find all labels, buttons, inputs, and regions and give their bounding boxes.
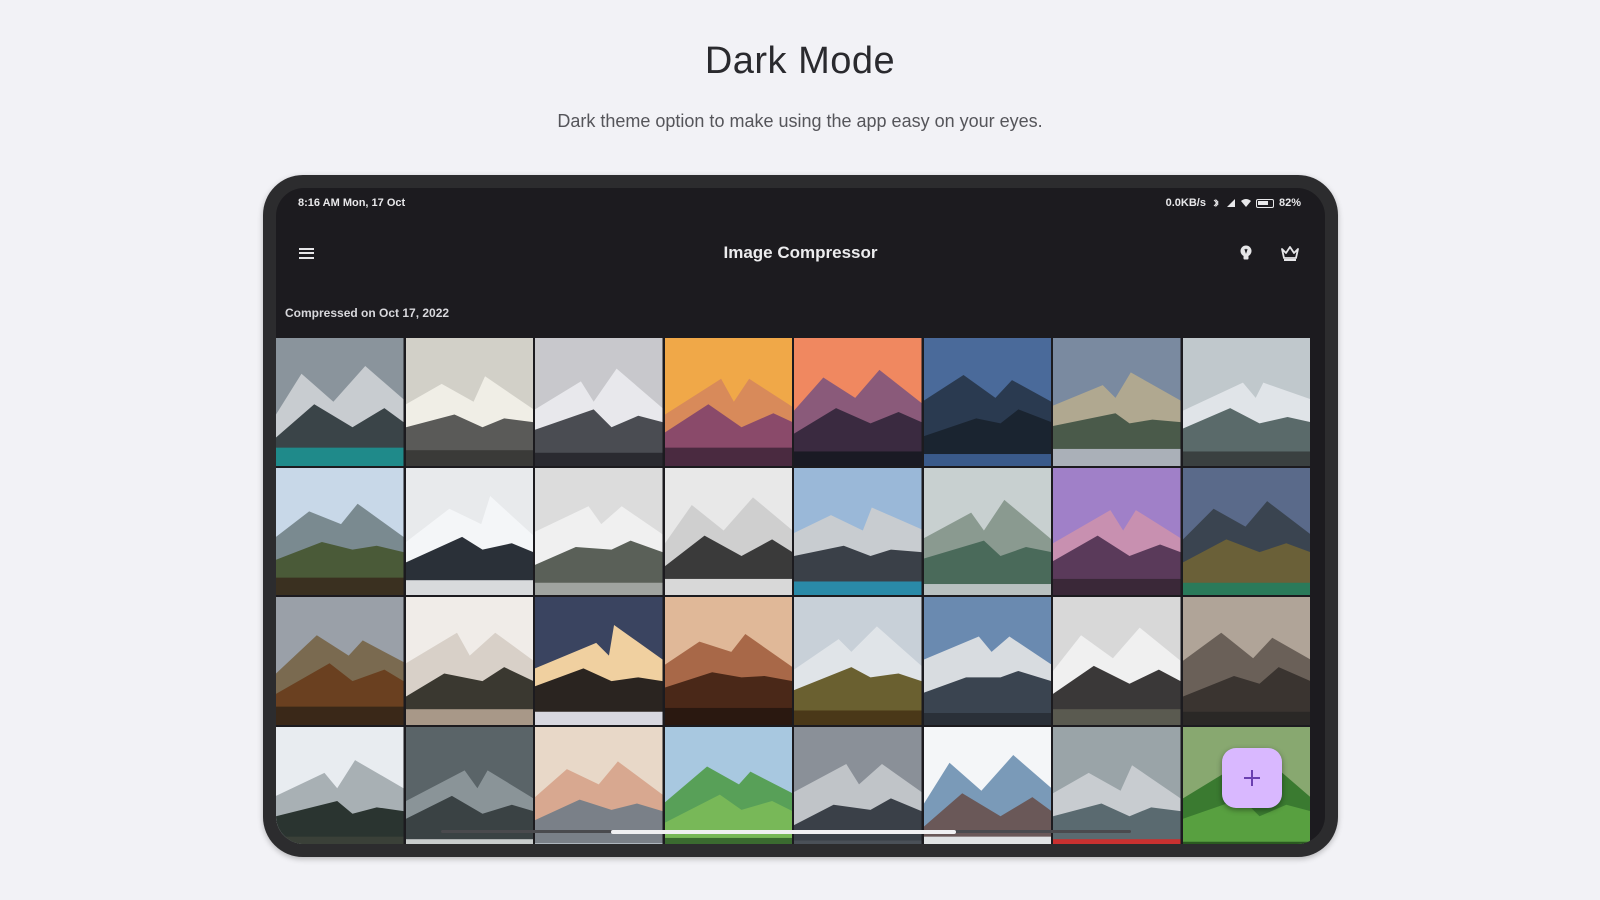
crown-icon <box>1281 246 1299 261</box>
tablet-frame: 8:16 AM Mon, 17 Oct 0.0KB/s 82% Image Co… <box>263 175 1338 857</box>
status-time: 8:16 AM Mon, 17 Oct <box>298 197 406 209</box>
image-thumbnail[interactable] <box>923 726 1051 844</box>
image-thumbnail[interactable] <box>276 467 404 595</box>
battery-level: 82% <box>1278 197 1301 209</box>
image-thumbnail[interactable] <box>405 338 533 466</box>
app-title: Image Compressor <box>723 243 878 262</box>
image-thumbnail[interactable] <box>1053 597 1181 725</box>
image-thumbnail[interactable] <box>535 467 663 595</box>
scroll-thumb[interactable] <box>611 830 956 834</box>
page-subheading: Dark theme option to make using the app … <box>557 111 1043 131</box>
plus-icon <box>1244 770 1260 786</box>
lightbulb-icon <box>1240 245 1252 260</box>
image-thumbnail[interactable] <box>923 597 1051 725</box>
image-thumbnail[interactable] <box>794 726 922 844</box>
tips-button[interactable] <box>1233 240 1259 266</box>
tablet-screen: 8:16 AM Mon, 17 Oct 0.0KB/s 82% Image Co… <box>276 188 1325 844</box>
image-thumbnail[interactable] <box>535 338 663 466</box>
premium-button[interactable] <box>1277 240 1303 266</box>
image-thumbnail[interactable] <box>1053 726 1181 844</box>
image-thumbnail[interactable] <box>1182 338 1310 466</box>
image-thumbnail[interactable] <box>1182 467 1310 595</box>
image-grid <box>276 338 1310 844</box>
image-thumbnail[interactable] <box>794 597 922 725</box>
image-thumbnail[interactable] <box>276 338 404 466</box>
app-bar: Image Compressor <box>276 228 1325 278</box>
image-thumbnail[interactable] <box>664 338 792 466</box>
add-images-button[interactable] <box>1222 748 1282 808</box>
page-heading: Dark Mode <box>704 40 896 82</box>
signal-icon <box>1226 199 1235 207</box>
battery-icon <box>1255 198 1274 208</box>
image-thumbnail[interactable] <box>923 467 1051 595</box>
image-thumbnail[interactable] <box>405 597 533 725</box>
image-thumbnail[interactable] <box>664 467 792 595</box>
image-thumbnail[interactable] <box>1053 467 1181 595</box>
image-thumbnail[interactable] <box>535 597 663 725</box>
bluetooth-icon <box>1213 198 1219 208</box>
image-thumbnail[interactable] <box>535 726 663 844</box>
network-speed: 0.0KB/s <box>1165 197 1206 209</box>
section-date-label: Compressed on Oct 17, 2022 <box>285 306 450 320</box>
image-thumbnail[interactable] <box>794 338 922 466</box>
image-thumbnail[interactable] <box>664 726 792 844</box>
status-bar: 8:16 AM Mon, 17 Oct 0.0KB/s 82% <box>276 188 1325 218</box>
image-thumbnail[interactable] <box>405 467 533 595</box>
image-thumbnail[interactable] <box>923 338 1051 466</box>
status-indicators: 0.0KB/s 82% <box>1166 197 1301 209</box>
image-thumbnail[interactable] <box>664 597 792 725</box>
image-thumbnail[interactable] <box>794 467 922 595</box>
image-thumbnail[interactable] <box>276 597 404 725</box>
image-thumbnail[interactable] <box>405 726 533 844</box>
wifi-icon <box>1240 199 1251 207</box>
image-thumbnail[interactable] <box>1053 338 1181 466</box>
image-thumbnail[interactable] <box>1182 597 1310 725</box>
image-thumbnail[interactable] <box>276 726 404 844</box>
